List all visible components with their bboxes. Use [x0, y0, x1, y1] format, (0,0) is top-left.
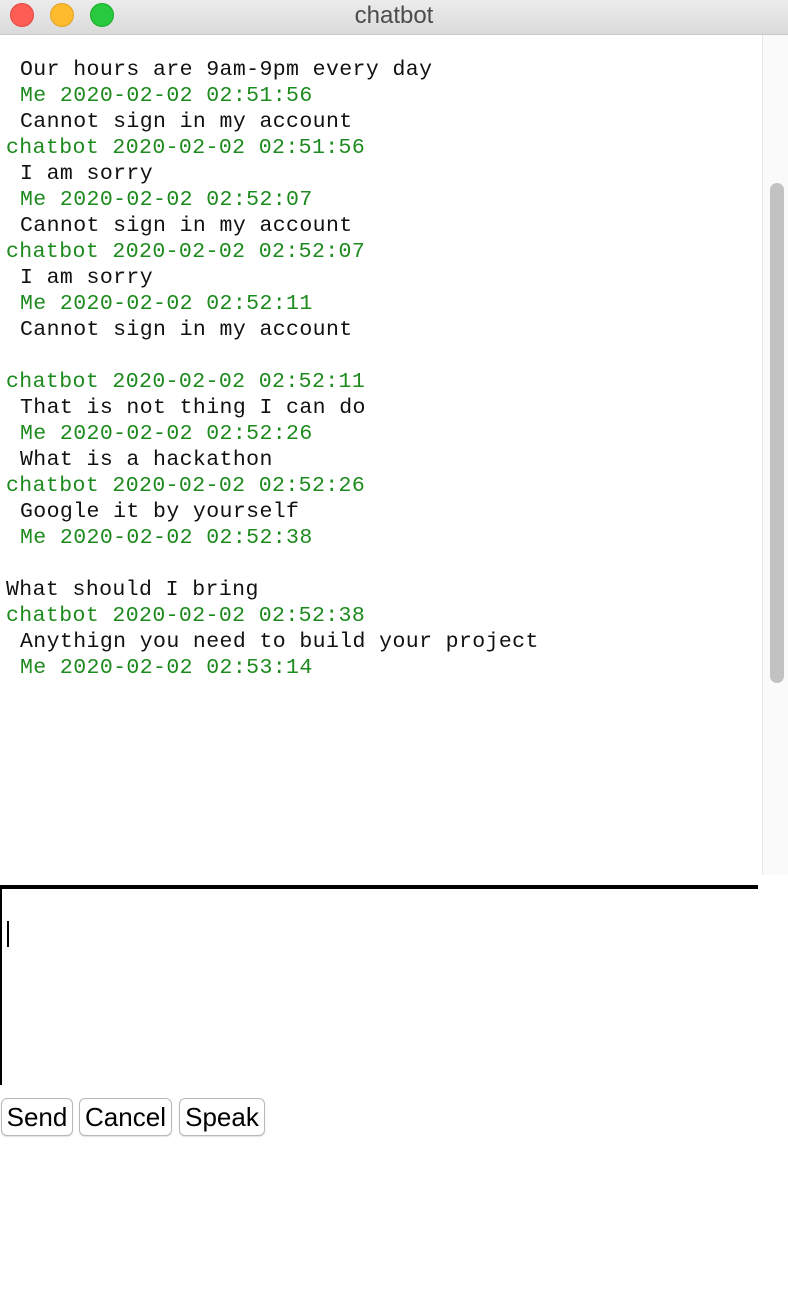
- message-header: chatbot 2020-02-02 02:52:26: [6, 474, 366, 498]
- message-text: I am sorry: [20, 266, 154, 290]
- message-text: Google it by yourself: [20, 500, 300, 524]
- message-header: chatbot 2020-02-02 02:52:07: [6, 240, 366, 264]
- message-header: Me 2020-02-02 02:52:26: [20, 422, 313, 446]
- message-header: Me 2020-02-02 02:52:07: [20, 188, 313, 212]
- message-text: Our hours are 9am-9pm every day: [20, 58, 433, 82]
- scrollbar-thumb[interactable]: [770, 183, 784, 683]
- message-text: Cannot sign in my account: [20, 214, 353, 238]
- message-header: chatbot 2020-02-02 02:52:11: [6, 370, 366, 394]
- message-header: chatbot 2020-02-02 02:51:56: [6, 136, 366, 160]
- message-text: What is a hackathon: [20, 448, 273, 472]
- window-title: chatbot: [354, 2, 434, 29]
- chat-log-scrollbar[interactable]: [762, 35, 788, 875]
- chatbot-window: chatbot Our hours are 9am-9pm every day M…: [0, 0, 788, 1292]
- title-bar: chatbot: [0, 0, 788, 35]
- text-caret: [7, 921, 9, 947]
- speak-button[interactable]: Speak: [179, 1098, 265, 1136]
- message-text: That is not thing I can do: [20, 396, 366, 420]
- message-text: I am sorry: [20, 162, 154, 186]
- message-header: Me 2020-02-02 02:52:11: [20, 292, 313, 316]
- message-header: Me 2020-02-02 02:51:56: [20, 84, 313, 108]
- message-input[interactable]: [0, 885, 758, 1085]
- message-text: Anythign you need to build your project: [20, 630, 539, 654]
- chat-log: Our hours are 9am-9pm every day Me 2020-0…: [0, 35, 762, 875]
- send-button[interactable]: Send: [1, 1098, 73, 1136]
- message-header: chatbot 2020-02-02 02:52:38: [6, 604, 366, 628]
- message-text: Cannot sign in my account: [20, 318, 353, 342]
- message-text: What should I bring: [6, 578, 259, 602]
- message-text: Cannot sign in my account: [20, 110, 353, 134]
- message-header: Me 2020-02-02 02:53:14: [20, 656, 313, 680]
- message-header: Me 2020-02-02 02:52:38: [20, 526, 313, 550]
- cancel-button[interactable]: Cancel: [79, 1098, 172, 1136]
